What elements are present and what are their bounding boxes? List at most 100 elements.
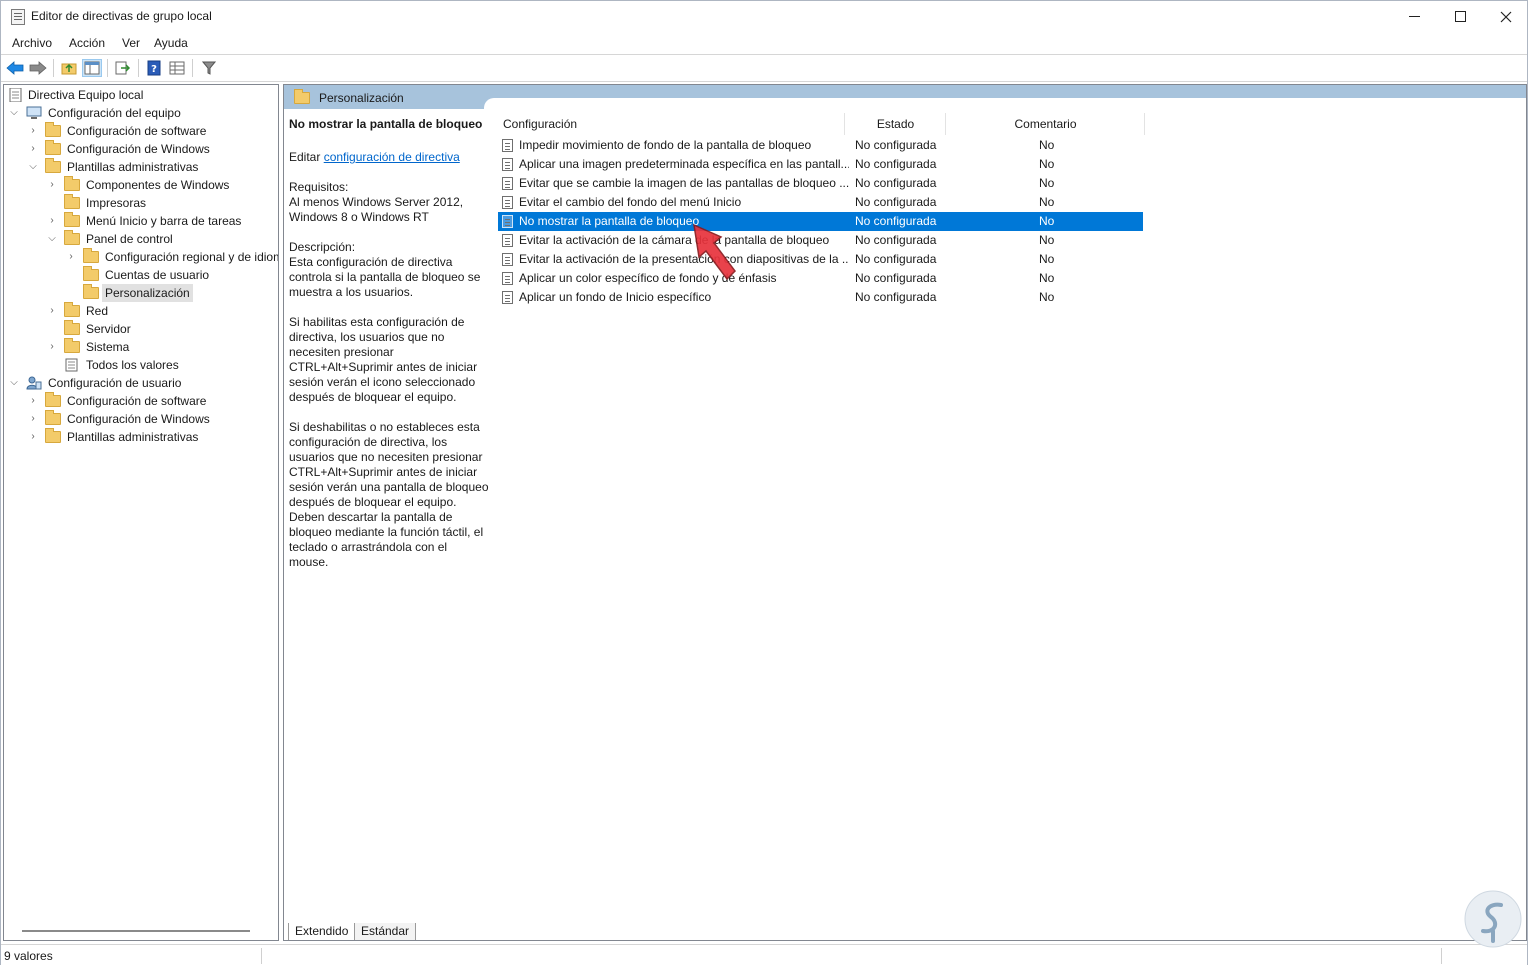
row-comment: No xyxy=(1039,195,1055,209)
requirements-text: Al menos Windows Server 2012, Windows 8 … xyxy=(289,195,464,224)
tree-label: Configuración de software xyxy=(67,124,207,138)
chevron-right-icon[interactable]: › xyxy=(27,410,39,428)
folder-icon xyxy=(64,212,80,227)
table-row[interactable]: Aplicar un color específico de fondo y d… xyxy=(498,269,1143,288)
table-row[interactable]: Aplicar un fondo de Inicio específico No… xyxy=(498,288,1143,307)
row-state: No configurada xyxy=(855,195,937,209)
maximize-icon xyxy=(1454,11,1466,22)
column-header-comment[interactable]: Comentario xyxy=(947,113,1145,135)
menu-ayuda[interactable]: Ayuda xyxy=(154,36,188,50)
row-name: Aplicar una imagen predeterminada especí… xyxy=(519,157,849,171)
title-bar: Editor de directivas de grupo local xyxy=(1,1,1527,32)
export-list-button[interactable] xyxy=(113,59,133,77)
show-hide-tree-button[interactable] xyxy=(82,59,102,77)
column-header-state[interactable]: Estado xyxy=(846,113,946,135)
toolbar-separator xyxy=(192,59,193,77)
chevron-down-icon[interactable]: ⌵ xyxy=(8,374,20,392)
chevron-right-icon[interactable]: › xyxy=(27,122,39,140)
row-name: Aplicar un fondo de Inicio específico xyxy=(519,290,712,304)
policy-setting-icon xyxy=(502,215,513,228)
tab-standard[interactable]: Estándar xyxy=(354,923,417,940)
chevron-right-icon[interactable]: › xyxy=(27,392,39,410)
computer-icon xyxy=(26,106,42,119)
pane-header: Personalización xyxy=(284,85,1526,109)
policy-setting-icon xyxy=(502,177,513,190)
row-state: No configurada xyxy=(855,233,937,247)
policy-setting-icon xyxy=(502,272,513,285)
tree-label: Impresoras xyxy=(86,196,147,210)
chevron-right-icon[interactable]: › xyxy=(46,176,58,194)
toolbar-separator xyxy=(138,59,139,77)
chevron-down-icon[interactable]: ⌵ xyxy=(27,158,39,176)
help-icon: ? xyxy=(147,60,161,76)
tree-label: Plantillas administrativas xyxy=(67,160,199,174)
description-title: No mostrar la pantalla de bloqueo xyxy=(289,117,483,131)
folder-icon xyxy=(64,176,80,191)
close-button[interactable] xyxy=(1483,1,1528,32)
folder-icon xyxy=(64,302,80,317)
user-icon xyxy=(26,376,42,390)
edit-policy-link[interactable]: configuración de directiva xyxy=(324,150,460,164)
watermark-logo xyxy=(1464,890,1522,948)
back-button[interactable] xyxy=(5,59,25,77)
table-row-selected[interactable]: No mostrar la pantalla de bloqueo No con… xyxy=(498,212,1143,231)
chevron-down-icon[interactable]: ⌵ xyxy=(8,104,20,122)
menu-archivo[interactable]: Archivo xyxy=(12,36,52,50)
row-comment: No xyxy=(1039,176,1055,190)
column-header-config[interactable]: Configuración xyxy=(498,113,845,135)
chevron-down-icon[interactable]: ⌵ xyxy=(46,230,58,248)
row-comment: No xyxy=(1039,290,1055,304)
help-button[interactable]: ? xyxy=(144,59,164,77)
tree-label: Directiva Equipo local xyxy=(28,88,144,102)
gpedit-app-icon xyxy=(11,9,25,25)
row-state: No configurada xyxy=(855,290,937,304)
row-name: Evitar la activación de la cámara de la … xyxy=(519,233,830,247)
tree-label: Red xyxy=(86,304,109,318)
table-row[interactable]: Evitar que se cambie la imagen de las pa… xyxy=(498,174,1143,193)
row-name: Evitar la activación de la presentación … xyxy=(519,252,849,266)
tree-label: Componentes de Windows xyxy=(86,178,230,192)
status-count: 9 valores xyxy=(4,949,53,963)
chevron-right-icon[interactable]: › xyxy=(46,212,58,230)
minimize-icon xyxy=(1408,16,1420,17)
chevron-right-icon[interactable]: › xyxy=(65,248,77,266)
menu-accion[interactable]: Acción xyxy=(69,36,105,50)
description-enabled-text: Si habilitas esta configuración de direc… xyxy=(289,315,478,404)
chevron-right-icon[interactable]: › xyxy=(27,428,39,446)
table-row[interactable]: Aplicar una imagen predeterminada especí… xyxy=(498,155,1143,174)
table-row[interactable]: Evitar la activación de la presentación … xyxy=(498,250,1143,269)
back-arrow-icon xyxy=(6,61,24,75)
properties-grid-icon xyxy=(169,61,185,75)
up-folder-icon xyxy=(61,63,77,75)
description-disabled-text: Si deshabilitas o no estableces esta con… xyxy=(289,420,489,569)
chevron-right-icon[interactable]: › xyxy=(46,338,58,356)
filter-button[interactable] xyxy=(199,59,219,77)
up-folder-button[interactable] xyxy=(59,59,79,77)
folder-icon xyxy=(45,428,61,443)
chevron-right-icon[interactable]: › xyxy=(27,140,39,158)
chevron-right-icon[interactable]: › xyxy=(46,302,58,320)
forward-button[interactable] xyxy=(28,59,48,77)
svg-text:?: ? xyxy=(151,64,157,75)
policy-setting-icon xyxy=(502,139,513,152)
minimize-button[interactable] xyxy=(1391,1,1437,32)
folder-open-icon xyxy=(64,230,80,245)
folder-icon xyxy=(45,122,61,137)
properties-button[interactable] xyxy=(167,59,187,77)
menu-ver[interactable]: Ver xyxy=(122,36,140,50)
tree-label: Configuración de Windows xyxy=(67,412,210,426)
view-tabs: Extendido Estándar xyxy=(284,923,1526,940)
tree-label: Servidor xyxy=(86,322,131,336)
folder-icon xyxy=(64,320,80,335)
horizontal-scrollbar[interactable] xyxy=(22,930,250,932)
table-row[interactable]: Evitar el cambio del fondo del menú Inic… xyxy=(498,193,1143,212)
console-tree: Directiva Equipo local ⌵ Configuración d… xyxy=(3,84,279,941)
table-row[interactable]: Evitar la activación de la cámara de la … xyxy=(498,231,1143,250)
status-separator xyxy=(1441,948,1442,964)
folder-icon xyxy=(83,248,99,263)
description-text: Esta configuración de directiva controla… xyxy=(289,255,481,299)
tab-extended[interactable]: Extendido xyxy=(288,923,356,940)
status-separator xyxy=(261,948,262,964)
table-row[interactable]: Impedir movimiento de fondo de la pantal… xyxy=(498,136,1143,155)
maximize-button[interactable] xyxy=(1437,1,1483,32)
